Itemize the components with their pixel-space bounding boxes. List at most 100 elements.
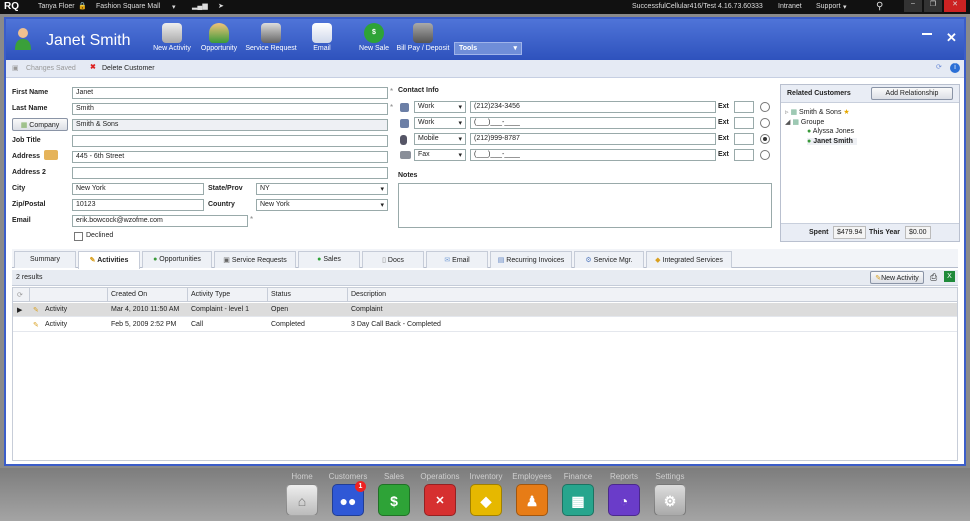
changes-saved-button[interactable]: Changes Saved	[26, 65, 76, 72]
phone-type-select-3[interactable]: Mobile	[414, 133, 466, 145]
column-activity-type[interactable]: Activity Type	[191, 291, 230, 298]
store-name[interactable]: Fashion Square Mall	[96, 3, 160, 10]
minimize-icon[interactable]: –	[904, 0, 922, 12]
company-field[interactable]: Smith & Sons	[72, 119, 388, 131]
dock-employees[interactable]: Employees ♟	[512, 468, 552, 516]
tab-email[interactable]: ✉ Email	[426, 251, 488, 268]
ext-field-1[interactable]	[734, 101, 754, 113]
new-activity-button-grid[interactable]: ✎New Activity	[870, 271, 924, 284]
phone-type-select-1[interactable]: Work	[414, 101, 466, 113]
ext-field-3[interactable]	[734, 133, 754, 145]
state-select[interactable]: NY	[256, 183, 388, 195]
table-row[interactable]: ✎ Activity Feb 5, 2009 2:52 PM Call Comp…	[13, 318, 957, 332]
address2-field[interactable]	[72, 167, 388, 179]
first-name-field[interactable]: Janet	[72, 87, 388, 99]
primary-phone-radio-1[interactable]	[760, 102, 770, 112]
notes-textarea[interactable]	[398, 183, 772, 228]
system-top-bar: RQ Tanya Floer 🔒 Fashion Square Mall ▾ ▂…	[0, 0, 970, 14]
zip-field[interactable]: 10123	[72, 199, 204, 211]
dock-finance[interactable]: Finance ▦	[558, 468, 598, 516]
fax-icon	[400, 151, 411, 159]
column-status[interactable]: Status	[271, 291, 291, 298]
tab-opportunities[interactable]: ● Opportunities	[142, 251, 212, 268]
tree-item-smith-sons[interactable]: ▹ ▦ Smith & Sons ★	[785, 108, 850, 116]
wrench-icon	[162, 23, 182, 43]
ext-field-2[interactable]	[734, 117, 754, 129]
tab-docs[interactable]: ▯ Docs	[362, 251, 424, 268]
country-select[interactable]: New York	[256, 199, 388, 211]
bill-pay-deposit-button[interactable]: Bill Pay / Deposit	[395, 23, 451, 52]
tab-service-mgr[interactable]: ⚙ Service Mgr.	[574, 251, 644, 268]
tree-item-alyssa-jones[interactable]: ● Alyssa Jones	[807, 128, 854, 135]
opportunity-button[interactable]: Opportunity	[193, 23, 245, 52]
required-marker: *	[390, 87, 394, 96]
job-title-field[interactable]	[72, 135, 388, 147]
finance-icon: ▦	[562, 484, 594, 516]
phone-number-field-2[interactable]: (___)___-____	[470, 117, 716, 129]
email-field[interactable]: erik.bowcock@wzofme.com	[72, 215, 248, 227]
company-button[interactable]: ▦ Company	[12, 118, 68, 131]
print-icon[interactable]: ⎙	[930, 272, 937, 283]
delete-customer-button[interactable]: Delete Customer	[102, 65, 155, 72]
intranet-link[interactable]: Intranet	[778, 3, 802, 10]
last-name-label: Last Name	[12, 105, 48, 112]
primary-phone-radio-2[interactable]	[760, 118, 770, 128]
tab-recurring-invoices[interactable]: ▤ Recurring Invoices	[490, 251, 572, 268]
search-icon[interactable]: ⚲	[876, 1, 883, 12]
address-label: Address	[12, 153, 41, 160]
action-bar: ▣ Changes Saved ✖ Delete Customer ⟳ i	[6, 60, 964, 78]
dock-customers[interactable]: Customers ●● 1	[328, 468, 368, 516]
column-created-on[interactable]: Created On	[111, 291, 147, 298]
refresh-icon[interactable]: ⟳	[936, 63, 942, 71]
tools-dropdown[interactable]: Tools	[454, 42, 522, 55]
column-description[interactable]: Description	[351, 291, 386, 298]
refresh-icon[interactable]: ⟳	[17, 291, 23, 299]
tree-item-groupe[interactable]: ◢ ▦ Groupe	[785, 118, 824, 126]
tab-integrated-services[interactable]: ◆ Integrated Services	[646, 251, 732, 268]
primary-phone-radio-4[interactable]	[760, 150, 770, 160]
add-relationship-button[interactable]: Add Relationship	[871, 87, 953, 100]
info-icon[interactable]: i	[950, 63, 960, 73]
tab-summary[interactable]: Summary	[14, 251, 76, 268]
tab-sales[interactable]: ● Sales	[298, 251, 360, 268]
close-icon[interactable]: ✕	[946, 30, 957, 46]
dock-sales[interactable]: Sales $	[374, 468, 414, 516]
dock-reports[interactable]: Reports ◔	[604, 468, 644, 516]
close-icon[interactable]: ✕	[944, 0, 966, 12]
phone-number-field-1[interactable]: (212)234-3456	[470, 101, 716, 113]
tab-activities[interactable]: ✎ Activities	[78, 251, 140, 269]
minimize-icon[interactable]	[922, 33, 932, 35]
service-request-button[interactable]: Service Request	[242, 23, 300, 52]
operations-icon: ✕	[424, 484, 456, 516]
primary-phone-radio-3[interactable]	[760, 134, 770, 144]
dock-inventory[interactable]: Inventory ◆	[466, 468, 506, 516]
phone-number-field-4[interactable]: (___)___-____	[470, 149, 716, 161]
address-field[interactable]: 445 - 6th Street	[72, 151, 388, 163]
job-title-label: Job Title	[12, 137, 41, 144]
restore-icon[interactable]: ❐	[924, 0, 942, 12]
new-sale-button[interactable]: $ New Sale	[348, 23, 400, 52]
dock-settings[interactable]: Settings ⚙	[650, 468, 690, 516]
declined-checkbox[interactable]	[74, 232, 83, 241]
phone-type-select-4[interactable]: Fax	[414, 149, 466, 161]
last-name-field[interactable]: Smith	[72, 103, 388, 115]
grid-header: ⟳ Created On Activity Type Status Descri…	[13, 288, 957, 302]
user-name[interactable]: Tanya Floer	[38, 3, 75, 10]
tab-service-requests[interactable]: ▣ Service Requests	[214, 251, 296, 268]
excel-export-icon[interactable]: X	[944, 271, 955, 282]
dock-home[interactable]: Home ⌂	[282, 468, 322, 516]
city-field[interactable]: New York	[72, 183, 204, 195]
table-row[interactable]: ▶ ✎ Activity Mar 4, 2010 11:50 AM Compla…	[13, 303, 957, 317]
address-book-icon[interactable]	[44, 150, 58, 160]
phone-type-select-2[interactable]: Work	[414, 117, 466, 129]
support-menu[interactable]: Support	[816, 3, 841, 10]
dock-operations[interactable]: Operations ✕	[420, 468, 460, 516]
email-button[interactable]: Email	[296, 23, 348, 52]
ext-field-4[interactable]	[734, 149, 754, 161]
tree-item-janet-smith[interactable]: ● Janet Smith	[807, 138, 857, 145]
customer-avatar-icon	[15, 28, 31, 50]
expand-icon: ▹	[785, 109, 789, 116]
phone-number-field-3[interactable]: (212)999-8787	[470, 133, 716, 145]
dollar-icon: $	[364, 23, 384, 43]
new-activity-button[interactable]: New Activity	[146, 23, 198, 52]
